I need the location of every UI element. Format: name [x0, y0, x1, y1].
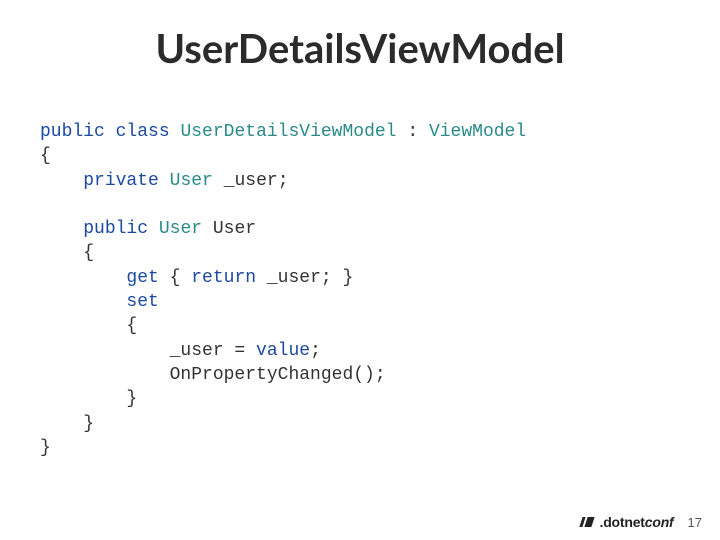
slide: UserDetailsViewModel public class UserDe…: [0, 0, 720, 540]
type-name: User: [159, 219, 202, 239]
keyword: return: [191, 268, 256, 288]
identifier: _user; }: [267, 268, 353, 288]
brace: }: [40, 389, 137, 409]
logo-icon: [581, 516, 595, 528]
identifier: User: [213, 219, 256, 239]
keyword: public: [83, 219, 148, 239]
brand-text: .dotnetconf: [599, 514, 673, 530]
identifier: _user =: [170, 341, 256, 361]
brace: {: [40, 316, 137, 336]
type-name: UserDetailsViewModel: [180, 122, 396, 142]
keyword: set: [126, 292, 158, 312]
slide-number: 17: [688, 515, 702, 530]
code-block: public class UserDetailsViewModel : View…: [40, 120, 680, 460]
slide-title: UserDetailsViewModel: [0, 24, 720, 72]
keyword: value: [256, 341, 310, 361]
footer: .dotnetconf 17: [581, 514, 702, 530]
brace: {: [40, 146, 51, 166]
brace: {: [40, 243, 94, 263]
identifier: _user;: [224, 171, 289, 191]
keyword: class: [116, 122, 170, 142]
identifier: OnPropertyChanged();: [40, 365, 386, 385]
keyword: get: [126, 268, 158, 288]
brand-logo: .dotnetconf: [581, 514, 673, 530]
type-name: User: [170, 171, 213, 191]
brace: }: [40, 438, 51, 458]
type-name: ViewModel: [429, 122, 526, 142]
keyword: private: [83, 171, 159, 191]
brace: }: [40, 414, 94, 434]
keyword: public: [40, 122, 105, 142]
